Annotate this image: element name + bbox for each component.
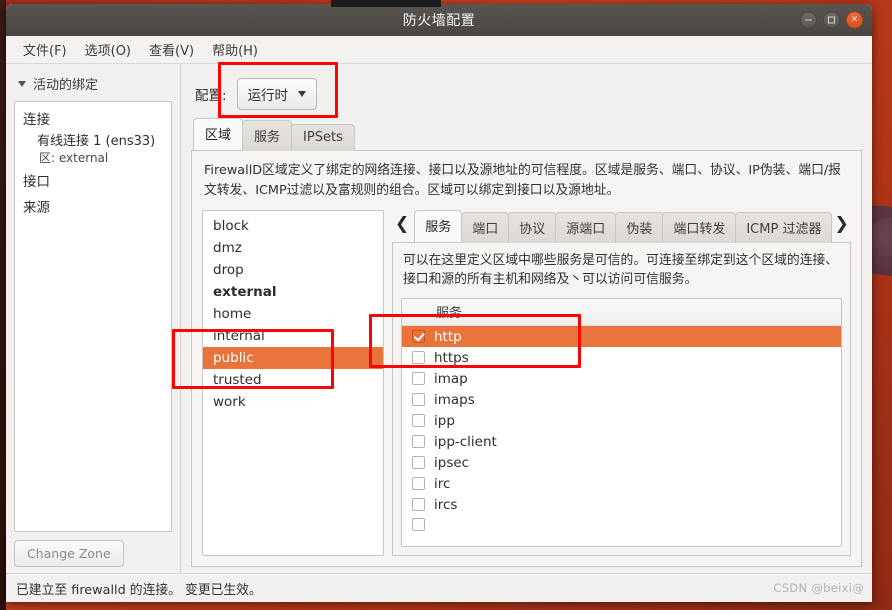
close-icon: ×	[850, 14, 859, 25]
menubar: 文件(F) 选项(O) 查看(V) 帮助(H)	[6, 36, 872, 64]
zone-description: FirewallD区域定义了绑定的网络连接、接口以及源地址的可信程度。区域是服务…	[204, 163, 841, 198]
zone-item-internal[interactable]: internal	[203, 325, 383, 347]
service-row-ipp-client[interactable]: ipp-client	[402, 431, 841, 452]
tab-ipsets[interactable]: IPSets	[291, 124, 355, 151]
minimize-button[interactable]	[800, 11, 817, 29]
bindings-group-sources[interactable]: 来源	[23, 196, 163, 216]
window-titlebar: 防火墙配置 ×	[6, 4, 872, 36]
minimize-icon	[805, 19, 812, 21]
close-button[interactable]: ×	[846, 11, 863, 29]
bindings-group-interfaces[interactable]: 接口	[23, 170, 163, 190]
menu-options[interactable]: 选项(O)	[78, 37, 138, 62]
zones-tab-panel: FirewallD区域定义了绑定的网络连接、接口以及源地址的可信程度。区域是服务…	[191, 150, 862, 567]
window-body: 活动的绑定 连接 有线连接 1 (ens33) 区: external 接口 来…	[6, 64, 872, 573]
service-label-irc: irc	[434, 475, 451, 492]
checkbox-irc[interactable]	[412, 477, 425, 491]
zone-item-home[interactable]: home	[203, 303, 383, 325]
zone-item-work[interactable]: work	[203, 391, 383, 413]
status-message: 已建立至 firewalld 的连接。 变更已生效。	[16, 582, 262, 598]
window-title: 防火墙配置	[402, 13, 476, 29]
service-row-irc[interactable]: irc	[402, 473, 841, 494]
checkbox-imaps[interactable]	[412, 393, 425, 407]
service-row-partial[interactable]	[402, 515, 841, 533]
tab-zones[interactable]: 区域	[193, 118, 244, 150]
tab-icmp-filter[interactable]: ICMP 过滤器	[735, 211, 833, 243]
chevron-down-icon	[18, 80, 26, 87]
main-tabs: 区域 服务 IPSets	[191, 118, 862, 151]
checkbox-ircs[interactable]	[412, 498, 425, 512]
main-pane: 配置: 运行时 区域 服务 IPSets FirewallD区域定义了绑定的网络…	[181, 64, 872, 573]
service-label-ipp: ipp	[434, 412, 455, 429]
tab-port-forwarding[interactable]: 端口转发	[662, 211, 737, 243]
service-label-ipsec: ipsec	[434, 454, 470, 471]
configuration-select[interactable]: 运行时	[236, 78, 318, 110]
service-row-ircs[interactable]: ircs	[402, 494, 841, 515]
bindings-group-connections[interactable]: 连接	[23, 108, 163, 128]
zone-item-dmz[interactable]: dmz	[203, 237, 383, 259]
menu-help[interactable]: 帮助(H)	[205, 37, 265, 62]
menu-file[interactable]: 文件(F)	[16, 37, 74, 62]
services-column-header: 服务	[402, 299, 841, 327]
service-row-ipsec[interactable]: ipsec	[402, 452, 841, 473]
window-controls: ×	[800, 11, 863, 29]
configuration-row: 配置: 运行时	[191, 72, 862, 118]
checkbox-http[interactable]	[412, 330, 425, 344]
watermark: CSDN @beixi@	[773, 581, 864, 595]
zones-split: block dmz drop external home internal pu…	[202, 209, 853, 556]
statusbar: 已建立至 firewalld 的连接。 变更已生效。 CSDN @beixi@	[6, 573, 872, 602]
service-row-imaps[interactable]: imaps	[402, 389, 841, 410]
active-bindings-header[interactable]: 活动的绑定	[14, 72, 172, 101]
service-row-https[interactable]: https	[402, 347, 841, 368]
service-label-imaps: imaps	[434, 391, 475, 408]
service-label-ipp-client: ipp-client	[434, 433, 497, 450]
maximize-button[interactable]	[823, 11, 840, 29]
service-row-ipp[interactable]: ipp	[402, 410, 841, 431]
checkbox-ipp[interactable]	[412, 414, 425, 428]
checkbox-partial[interactable]	[412, 517, 425, 531]
chevron-left-icon[interactable]: ❮	[392, 213, 414, 238]
service-label-ircs: ircs	[434, 496, 458, 513]
tab-source-ports[interactable]: 源端口	[555, 211, 617, 243]
services-list[interactable]: 服务 http https imap imaps ipp ipp-client …	[401, 298, 842, 547]
zone-item-drop[interactable]: drop	[203, 259, 383, 281]
bindings-list[interactable]: 连接 有线连接 1 (ens33) 区: external 接口 来源	[14, 101, 172, 532]
chevron-right-icon[interactable]: ❯	[831, 213, 853, 238]
firewall-config-window: 防火墙配置 × 文件(F) 选项(O) 查看(V) 帮助(H) 活动的绑定 连接…	[6, 4, 872, 602]
tab-ports[interactable]: 端口	[461, 211, 510, 243]
zone-item-trusted[interactable]: trusted	[203, 369, 383, 391]
service-label-https: https	[434, 349, 469, 366]
change-zone-button[interactable]: Change Zone	[14, 540, 124, 567]
zone-item-public[interactable]: public	[203, 346, 383, 369]
checkbox-ipsec[interactable]	[412, 456, 425, 470]
active-bindings-pane: 活动的绑定 连接 有线连接 1 (ens33) 区: external 接口 来…	[6, 64, 181, 573]
chevron-down-icon	[298, 91, 307, 97]
active-bindings-label: 活动的绑定	[33, 78, 99, 93]
bindings-connection-item[interactable]: 有线连接 1 (ens33)	[23, 130, 163, 149]
top-screen-notch	[331, 0, 441, 7]
tab-services[interactable]: 服务	[242, 120, 293, 151]
services-description: 可以在这里定义区域中哪些服务是可信的。可连接至绑定到这个区域的连接、接口和源的所…	[403, 252, 839, 288]
zone-list[interactable]: block dmz drop external home internal pu…	[202, 209, 384, 556]
menu-view[interactable]: 查看(V)	[142, 37, 201, 62]
maximize-icon	[828, 16, 835, 24]
service-row-imap[interactable]: imap	[402, 368, 841, 389]
tab-masquerade[interactable]: 伪装	[615, 211, 664, 243]
zone-item-external[interactable]: external	[203, 281, 383, 303]
service-row-http[interactable]: http	[402, 326, 841, 348]
service-label-imap: imap	[434, 370, 468, 387]
service-label-http: http	[434, 328, 462, 345]
services-tab-panel: 可以在这里定义区域中哪些服务是可信的。可连接至绑定到这个区域的连接、接口和源的所…	[392, 241, 851, 556]
configuration-selected-value: 运行时	[247, 88, 289, 104]
tab-protocols[interactable]: 协议	[508, 211, 557, 243]
bindings-connection-zone: 区: external	[39, 151, 109, 165]
zone-item-block[interactable]: block	[203, 215, 383, 237]
tab-services-inner[interactable]: 服务	[414, 209, 463, 242]
zone-detail-tabs: ❮ 服务 端口 协议 源端口 伪装 端口转发 ICMP 过滤器 ❯	[392, 209, 853, 243]
configuration-label: 配置:	[195, 88, 227, 104]
checkbox-https[interactable]	[412, 351, 425, 365]
checkbox-ipp-client[interactable]	[412, 435, 425, 449]
zone-detail-panel: ❮ 服务 端口 协议 源端口 伪装 端口转发 ICMP 过滤器 ❯ 可以在这里定…	[392, 209, 853, 556]
checkbox-imap[interactable]	[412, 372, 425, 386]
